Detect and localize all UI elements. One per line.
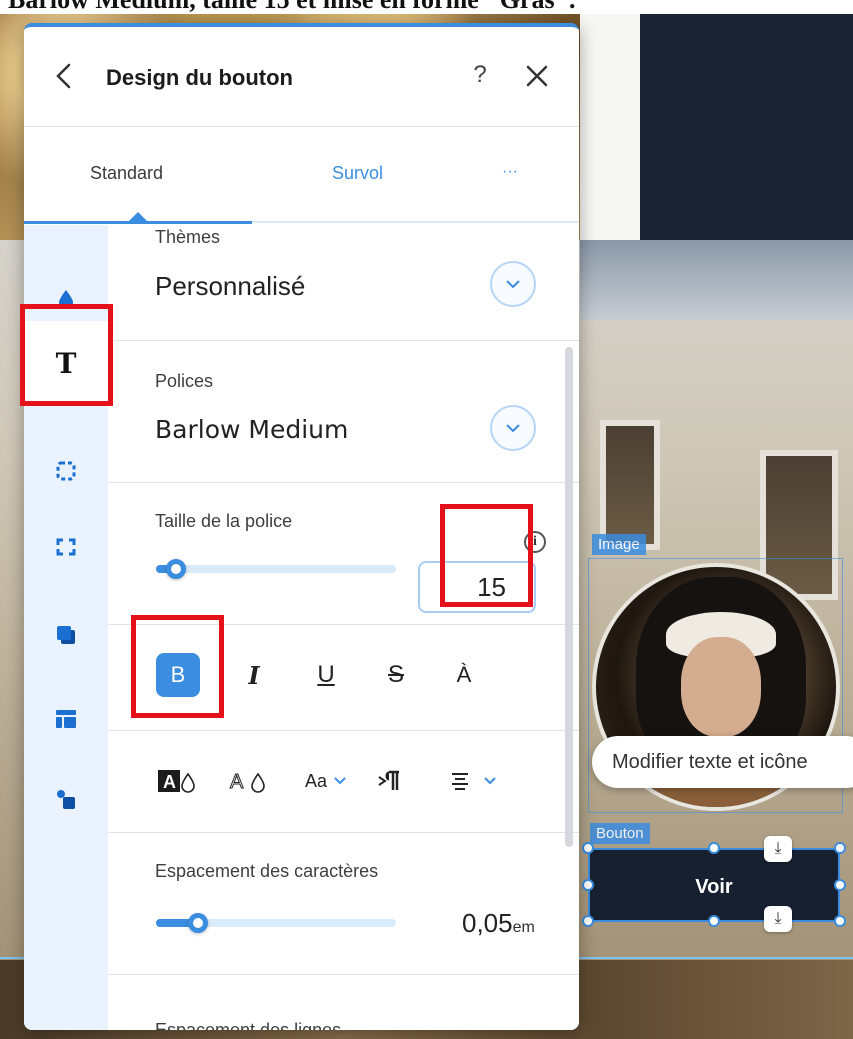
corners-icon[interactable] — [48, 529, 84, 565]
font-size-slider-knob[interactable] — [166, 559, 186, 579]
background-white-strip — [580, 0, 640, 240]
text-format-section: B I U S À — [108, 625, 579, 731]
text-outline-icon[interactable]: A — [226, 759, 270, 803]
resize-handle[interactable] — [834, 879, 846, 891]
letter-spacing-section: Espacement des caractères — [108, 833, 579, 975]
design-category-rail: T — [24, 225, 108, 1030]
resize-handle[interactable] — [708, 842, 720, 854]
align-dropdown[interactable] — [438, 759, 508, 803]
canvas-button-text: Voir — [695, 876, 733, 898]
tab-active-underline — [24, 221, 252, 224]
background-window — [600, 420, 660, 550]
text-T-icon[interactable]: T — [24, 321, 108, 405]
icon-settings-icon[interactable] — [48, 781, 84, 817]
background-sky — [580, 240, 853, 320]
svg-text:A: A — [163, 772, 176, 792]
state-tabs: Standard Survol ··· — [24, 127, 579, 224]
download-icon[interactable]: ⤓ — [764, 836, 792, 862]
close-icon[interactable] — [524, 63, 550, 89]
letter-spacing-unit: em — [512, 919, 535, 936]
canvas-button-voir[interactable]: Voir — [588, 848, 840, 922]
resize-handle[interactable] — [834, 915, 846, 927]
panel-scrollbar[interactable] — [565, 347, 573, 847]
help-icon[interactable]: ? — [468, 61, 492, 91]
text-color-glyph: À — [456, 662, 472, 687]
text-color-button[interactable]: À — [442, 653, 486, 697]
tab-survol[interactable]: Survol — [332, 163, 383, 184]
font-family-value[interactable]: Barlow Medium — [155, 415, 348, 444]
letter-spacing-label: Espacement des caractères — [155, 861, 379, 881]
edit-text-icon-tooltip[interactable]: Modifier texte et icône — [592, 736, 853, 788]
bold-button[interactable]: B — [156, 653, 200, 697]
letter-spacing-number: 0,05 — [462, 908, 513, 938]
fonts-dropdown-chevron-icon[interactable] — [490, 405, 536, 451]
fonts-section: Polices Barlow Medium — [108, 341, 579, 483]
tab-standard[interactable]: Standard — [90, 163, 163, 184]
text-case-dropdown[interactable]: Aa — [296, 759, 356, 803]
text-T-glyph: T — [55, 346, 77, 380]
line-spacing-label: Espacement des lignes — [155, 1020, 342, 1030]
paragraph-direction-icon[interactable] — [368, 759, 412, 803]
panel-header: Design du bouton ? — [24, 27, 579, 127]
resize-handle[interactable] — [708, 915, 720, 927]
text-case-label: Aa — [304, 770, 328, 791]
font-size-info-icon[interactable]: i — [524, 531, 546, 553]
button-element-label: Bouton — [590, 823, 650, 844]
text-highlight-icon[interactable]: A — [154, 759, 198, 803]
themes-section: Thèmes Personnalisé — [108, 225, 579, 341]
portrait-face — [681, 637, 761, 737]
background-dark-section — [640, 0, 853, 240]
layout-icon[interactable] — [48, 701, 84, 737]
font-size-slider-track[interactable] — [156, 565, 396, 573]
letter-spacing-value[interactable]: 0,05em — [462, 908, 535, 939]
italic-button[interactable]: I — [232, 653, 276, 697]
tab-more-options[interactable]: ··· — [502, 163, 518, 181]
themes-label: Thèmes — [155, 227, 221, 247]
button-design-panel: Design du bouton ? Standard Survol ··· T — [24, 23, 579, 1030]
page-caption: Barlow Medium, taille 15 et mise en form… — [0, 0, 853, 14]
resize-handle[interactable] — [582, 879, 594, 891]
resize-handle[interactable] — [582, 842, 594, 854]
font-size-input[interactable]: 15 — [418, 561, 536, 613]
svg-text:A: A — [230, 771, 244, 793]
shadow-icon[interactable] — [48, 617, 84, 653]
strikethrough-button[interactable]: S — [374, 653, 418, 697]
fill-drop-icon[interactable] — [48, 281, 84, 317]
panel-title: Design du bouton — [106, 65, 293, 90]
resize-handle[interactable] — [582, 915, 594, 927]
resize-handle[interactable] — [834, 842, 846, 854]
font-size-label: Taille de la police — [155, 511, 293, 531]
themes-dropdown-chevron-icon[interactable] — [490, 261, 536, 307]
fonts-label: Polices — [155, 371, 214, 391]
border-icon[interactable] — [48, 453, 84, 489]
advanced-text-section: A A Aa — [108, 731, 579, 833]
image-element-label: Image — [592, 534, 646, 555]
back-chevron-icon[interactable] — [52, 61, 76, 91]
download-icon[interactable]: ⤓ — [764, 906, 792, 932]
design-content-area: Thèmes Personnalisé Polices Barlow Mediu… — [108, 225, 579, 1030]
underline-button[interactable]: U — [304, 653, 348, 697]
themes-value: Personnalisé — [155, 271, 306, 301]
letter-spacing-slider-knob[interactable] — [188, 913, 208, 933]
